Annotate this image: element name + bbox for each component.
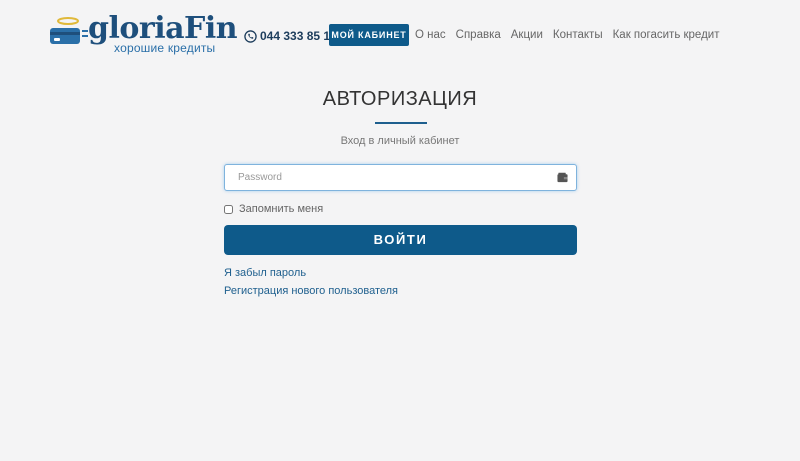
nav-item-promotions[interactable]: Акции [511,29,543,41]
logo[interactable]: gloriaFin хорошие кредиты [48,14,238,56]
login-button[interactable]: ВОЙТИ [224,225,577,255]
main-nav: О нас Справка Акции Контакты Как погасит… [415,29,719,41]
remember-me-label: Запомнить меня [239,203,324,215]
remember-me[interactable]: Запомнить меня [224,203,323,215]
site-header: gloriaFin хорошие кредиты 044 333 85 10 … [0,0,800,60]
register-link[interactable]: Регистрация нового пользователя [224,285,398,297]
wallet-icon [557,172,568,183]
nav-item-contacts[interactable]: Контакты [553,29,603,41]
nav-item-help[interactable]: Справка [456,29,501,41]
forgot-password-link[interactable]: Я забыл пароль [224,267,306,279]
nav-item-about[interactable]: О нас [415,29,446,41]
phone-text: 044 333 85 10 [260,29,337,43]
remember-me-checkbox[interactable] [224,204,233,214]
phone-number[interactable]: 044 333 85 10 [244,28,337,44]
password-field-wrapper [224,164,577,191]
title-divider [375,122,427,124]
logo-text: gloriaFin [88,11,238,46]
card-with-halo-icon [50,17,88,44]
password-input[interactable] [225,165,558,190]
page-title: АВТОРИЗАЦИЯ [322,88,478,110]
page-subtitle: Вход в личный кабинет [340,135,460,147]
nav-item-how-to-repay[interactable]: Как погасить кредит [613,29,720,41]
my-cabinet-button[interactable]: МОЙ КАБИНЕТ [329,24,409,46]
logo-tagline: хорошие кредиты [114,41,216,55]
phone-icon [244,29,257,43]
